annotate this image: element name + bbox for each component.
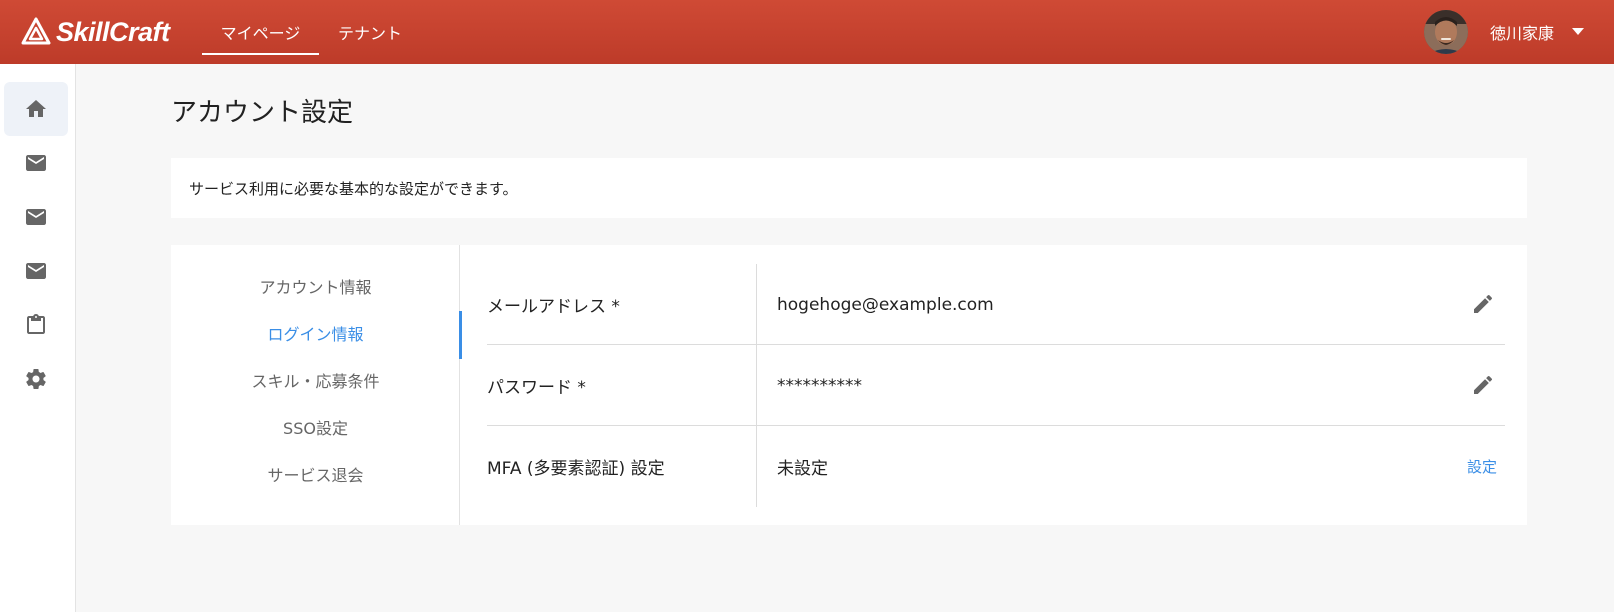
brand-name: SkillCraft	[56, 16, 170, 47]
edit-email-icon[interactable]	[1471, 292, 1495, 316]
user-photo-icon	[1424, 10, 1468, 54]
mfa-row: MFA (多要素認証) 設定 未設定 設定	[487, 426, 1505, 507]
side-rail	[0, 64, 76, 612]
tab-tenant[interactable]: テナント	[330, 0, 410, 64]
mail-icon	[26, 209, 46, 225]
side-item-sso-settings[interactable]: SSO設定	[171, 405, 460, 449]
description-text: サービス利用に必要な基本的な設定ができます。	[189, 179, 518, 198]
description-card: サービス利用に必要な基本的な設定ができます。	[171, 158, 1527, 218]
pencil-icon	[1474, 294, 1493, 313]
side-item-account-info[interactable]: アカウント情報	[171, 264, 460, 308]
mail-icon	[26, 263, 46, 279]
caret-down-icon[interactable]	[1572, 28, 1584, 35]
top-bar: SkillCraft マイページ テナント 徳川家康	[0, 0, 1614, 64]
pencil-icon	[1474, 375, 1493, 394]
rail-item-settings[interactable]	[4, 352, 68, 406]
email-value: hogehoge@example.com	[777, 294, 994, 315]
email-label: メールアドレス *	[487, 264, 757, 345]
gear-icon	[26, 369, 46, 390]
settings-side-menu: アカウント情報 ログイン情報 スキル・応募条件 SSO設定 サービス退会	[171, 245, 462, 525]
page-title: アカウント設定	[171, 98, 354, 128]
rail-item-mail-2[interactable]	[4, 190, 68, 244]
avatar[interactable]	[1424, 10, 1468, 54]
mail-icon	[26, 155, 46, 171]
brand-logo[interactable]: SkillCraft	[20, 16, 170, 48]
home-icon	[26, 100, 46, 117]
side-item-skills-conditions[interactable]: スキル・応募条件	[171, 358, 460, 402]
settings-card: アカウント情報 ログイン情報 スキル・応募条件 SSO設定 サービス退会 メール…	[171, 245, 1527, 525]
side-item-unsubscribe[interactable]: サービス退会	[171, 452, 460, 496]
side-item-login-info[interactable]: ログイン情報	[171, 311, 462, 359]
rail-item-mail-1[interactable]	[4, 136, 68, 190]
edit-password-icon[interactable]	[1471, 373, 1495, 397]
mfa-value: 未設定	[777, 459, 828, 479]
clipboard-icon	[27, 314, 45, 334]
password-row: パスワード * **********	[487, 345, 1505, 426]
skillcraft-logo-icon	[21, 17, 51, 45]
mfa-set-link[interactable]: 設定	[1467, 426, 1497, 507]
tab-mypage[interactable]: マイページ	[202, 0, 319, 64]
mfa-label: MFA (多要素認証) 設定	[487, 426, 757, 507]
rail-item-home[interactable]	[4, 82, 68, 136]
password-label: パスワード *	[487, 345, 757, 426]
email-row: メールアドレス * hogehoge@example.com	[487, 264, 1505, 345]
user-name[interactable]: 徳川家康	[1490, 0, 1554, 64]
password-value: **********	[777, 375, 862, 396]
rail-item-mail-3[interactable]	[4, 244, 68, 298]
rail-item-clipboard[interactable]	[4, 298, 68, 352]
